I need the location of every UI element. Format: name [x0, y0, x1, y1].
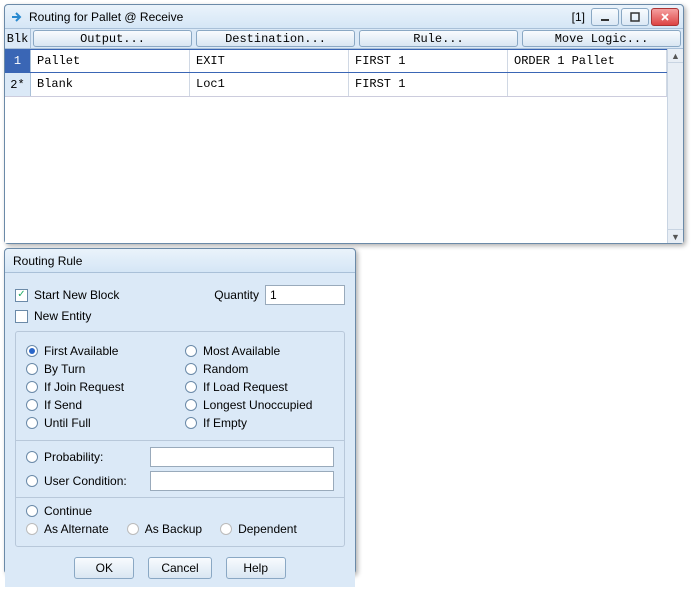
user-condition-label: User Condition: [44, 474, 144, 488]
rule-titlebar[interactable]: Routing Rule [5, 249, 355, 273]
column-movelogic-button[interactable]: Move Logic... [522, 30, 681, 47]
radio-icon [26, 417, 38, 429]
scroll-up-icon[interactable]: ▲ [668, 49, 683, 63]
radio-icon [185, 363, 197, 375]
routing-title: Routing for Pallet @ Receive [29, 10, 572, 24]
radio-icon [26, 505, 38, 517]
radio-icon [185, 345, 197, 357]
new-entity-row: New Entity [15, 309, 345, 323]
cell-movelogic[interactable]: ORDER 1 Pallet [508, 50, 667, 72]
grid-header-row: Blk Output... Destination... Rule... Mov… [5, 29, 683, 49]
radio-icon [185, 381, 197, 393]
routing-instance: [1] [572, 10, 585, 24]
scroll-down-icon[interactable]: ▼ [668, 229, 683, 243]
cell-movelogic[interactable] [508, 73, 667, 96]
radios-left-col: First Available By Turn If Join Request … [26, 340, 175, 434]
rule-options-group: First Available By Turn If Join Request … [15, 331, 345, 547]
continue-sub-options: As Alternate As Backup Dependent [26, 522, 334, 536]
quantity-label: Quantity [214, 288, 259, 302]
help-button[interactable]: Help [226, 557, 286, 579]
radio-most-available[interactable]: Most Available [185, 344, 334, 358]
table-row[interactable]: 2* Blank Loc1 FIRST 1 [5, 73, 667, 97]
column-destination-button[interactable]: Destination... [196, 30, 355, 47]
radio-continue[interactable]: Continue [26, 504, 334, 518]
radio-icon [185, 417, 197, 429]
continue-label: Continue [44, 504, 92, 518]
as-alternate-label: As Alternate [44, 522, 109, 536]
dependent-label: Dependent [238, 522, 297, 536]
radio-if-join-request[interactable]: If Join Request [26, 380, 175, 394]
radio-icon [26, 345, 38, 357]
radio-icon [220, 523, 232, 535]
radio-if-empty[interactable]: If Empty [185, 416, 334, 430]
divider [16, 497, 344, 498]
probability-label: Probability: [44, 450, 144, 464]
row-number[interactable]: 2* [5, 73, 31, 96]
radio-first-available[interactable]: First Available [26, 344, 175, 358]
routing-titlebar[interactable]: Routing for Pallet @ Receive [1] [5, 5, 683, 29]
radio-icon [26, 451, 38, 463]
dialog-buttons: OK Cancel Help [15, 557, 345, 579]
grid-rows: 1 Pallet EXIT FIRST 1 ORDER 1 Pallet 2* … [5, 49, 667, 243]
radio-random[interactable]: Random [185, 362, 334, 376]
cancel-button[interactable]: Cancel [148, 557, 211, 579]
start-new-block-label: Start New Block [34, 288, 119, 302]
radio-icon [26, 475, 38, 487]
routing-window: Routing for Pallet @ Receive [1] Blk Out… [4, 4, 684, 244]
start-new-block-row: ✓ Start New Block Quantity [15, 285, 345, 305]
new-entity-label: New Entity [34, 309, 91, 323]
cell-rule[interactable]: FIRST 1 [349, 73, 508, 96]
radio-icon [26, 399, 38, 411]
column-rule-button[interactable]: Rule... [359, 30, 518, 47]
radio-icon [26, 381, 38, 393]
radio-probability[interactable]: Probability: [26, 447, 334, 467]
row-number[interactable]: 1 [5, 50, 31, 72]
close-button[interactable] [651, 8, 679, 26]
radio-user-condition[interactable]: User Condition: [26, 471, 334, 491]
grid-area: 1 Pallet EXIT FIRST 1 ORDER 1 Pallet 2* … [5, 49, 683, 243]
radio-icon [127, 523, 139, 535]
radio-by-turn[interactable]: By Turn [26, 362, 175, 376]
cell-output[interactable]: Blank [31, 73, 190, 96]
rule-title: Routing Rule [9, 254, 351, 268]
radio-icon [185, 399, 197, 411]
routing-arrow-icon [9, 9, 25, 25]
probability-input[interactable] [150, 447, 334, 467]
quantity-input[interactable] [265, 285, 345, 305]
as-backup-label: As Backup [145, 522, 202, 536]
radio-if-load-request[interactable]: If Load Request [185, 380, 334, 394]
divider [16, 440, 344, 441]
start-new-block-checkbox[interactable]: ✓ [15, 289, 28, 302]
blk-header: Blk [5, 29, 31, 48]
maximize-button[interactable] [621, 8, 649, 26]
vertical-scrollbar[interactable]: ▲ ▼ [667, 49, 683, 243]
cell-rule[interactable]: FIRST 1 [349, 50, 508, 72]
radio-icon [26, 363, 38, 375]
cell-destination[interactable]: EXIT [190, 50, 349, 72]
cell-output[interactable]: Pallet [31, 50, 190, 72]
radios-right-col: Most Available Random If Load Request Lo… [185, 340, 334, 434]
radio-icon [26, 523, 38, 535]
table-row[interactable]: 1 Pallet EXIT FIRST 1 ORDER 1 Pallet [5, 49, 667, 73]
rule-body: ✓ Start New Block Quantity New Entity Fi… [5, 273, 355, 587]
new-entity-checkbox[interactable] [15, 310, 28, 323]
radio-longest-unoccupied[interactable]: Longest Unoccupied [185, 398, 334, 412]
cell-destination[interactable]: Loc1 [190, 73, 349, 96]
radio-until-full[interactable]: Until Full [26, 416, 175, 430]
minimize-button[interactable] [591, 8, 619, 26]
user-condition-input[interactable] [150, 471, 334, 491]
routing-rule-window: Routing Rule ✓ Start New Block Quantity … [4, 248, 356, 574]
column-output-button[interactable]: Output... [33, 30, 192, 47]
radio-if-send[interactable]: If Send [26, 398, 175, 412]
ok-button[interactable]: OK [74, 557, 134, 579]
